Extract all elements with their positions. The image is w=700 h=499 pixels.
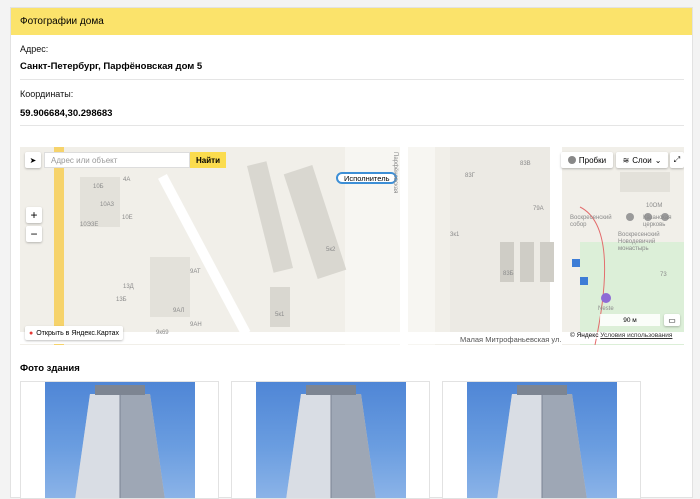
- zoom-in-button[interactable]: +: [26, 207, 42, 223]
- map-label: 83В: [520, 161, 531, 167]
- photos-title: Фото здания: [20, 363, 80, 374]
- card-header: Фотографии дома: [11, 8, 692, 35]
- map-label: 73: [660, 272, 667, 278]
- layers-label: Слои: [632, 155, 652, 165]
- minus-icon: −: [30, 227, 38, 241]
- map-label: 10Б: [93, 184, 104, 190]
- building-photo[interactable]: [231, 381, 430, 499]
- card-title: Фотографии дома: [20, 16, 104, 27]
- map-label: 5к1: [275, 312, 285, 318]
- building-image: [256, 382, 406, 498]
- map-label: Воскресенский Новодевичий монастырь: [618, 232, 660, 252]
- map-find-button[interactable]: Найти: [190, 152, 226, 168]
- divider: [20, 79, 684, 80]
- address-value: Санкт-Петербург, Парфёновская дом 5: [20, 61, 203, 72]
- map-label: 13Д: [123, 284, 134, 290]
- map-scale: 90 м: [600, 314, 660, 326]
- terms-link[interactable]: Условия использования: [600, 332, 672, 339]
- map-label: 10Э3Е: [80, 222, 99, 228]
- chevron-down-icon: ⌄: [654, 155, 662, 165]
- map-label: 83Б: [503, 271, 514, 277]
- map-label: 9АТ: [190, 269, 201, 275]
- map-label: Воскресенский собор: [570, 215, 612, 228]
- plus-icon: +: [30, 208, 38, 222]
- map-copyright: © Яндекс Условия использования: [568, 332, 675, 339]
- location-arrow-icon: ➤: [29, 155, 37, 165]
- map-pin-icon: ●: [29, 329, 34, 337]
- scale-label: 90 м: [623, 316, 637, 324]
- building-photo[interactable]: [20, 381, 219, 499]
- placemark-label: Исполнитель: [344, 173, 390, 183]
- map-label: 5к2: [326, 247, 336, 253]
- map-label: 3к1: [450, 232, 460, 238]
- map-label: Казанская церковь: [643, 215, 672, 228]
- map-label: Neste: [598, 306, 614, 312]
- geolocation-button[interactable]: ➤: [25, 152, 41, 168]
- layers-icon: ≋: [622, 155, 630, 165]
- yandex-map[interactable]: ➤ Адрес или объект Найти Пробки ≋ Слои ⌄…: [20, 147, 684, 345]
- zoom-out-button[interactable]: −: [26, 226, 42, 242]
- map-label: 9к69: [156, 330, 169, 336]
- ruler-icon: ▭: [668, 315, 676, 325]
- map-label: 9АЛ: [173, 308, 185, 314]
- traffic-light-icon: [567, 156, 576, 164]
- building-image: [45, 382, 195, 498]
- traffic-button[interactable]: Пробки: [561, 152, 613, 168]
- open-in-yandex-maps-link[interactable]: ● Открыть в Яндекс.Картах: [25, 326, 123, 340]
- coords-value: 59.906684,30.298683: [20, 108, 113, 119]
- map-placemark[interactable]: Исполнитель: [336, 172, 398, 184]
- divider: [20, 125, 684, 126]
- map-label: 10Е: [122, 215, 133, 221]
- traffic-label: Пробки: [578, 155, 607, 165]
- street-label: Малая Митрофаньевская ул.: [460, 335, 562, 344]
- coords-label: Координаты:: [20, 89, 74, 99]
- address-label: Адрес:: [20, 44, 49, 54]
- house-photos-card: Фотографии дома Адрес: Санкт-Петербург, …: [10, 7, 693, 499]
- building-image: [467, 382, 617, 498]
- open-in-maps-label: Открыть в Яндекс.Картах: [36, 329, 120, 337]
- map-label: 4А: [123, 177, 131, 183]
- map-search-input[interactable]: Адрес или объект: [44, 152, 190, 168]
- layers-button[interactable]: ≋ Слои ⌄: [616, 152, 668, 168]
- map-label: 10А3: [100, 202, 115, 208]
- building-photo[interactable]: [442, 381, 641, 499]
- map-label: 79А: [533, 206, 544, 212]
- copyright-label: © Яндекс: [570, 332, 599, 339]
- map-label: 83Г: [465, 173, 475, 179]
- map-label: 9АН: [190, 322, 202, 328]
- map-label: 13Б: [116, 297, 127, 303]
- fullscreen-button[interactable]: ⤢: [670, 152, 684, 168]
- map-label: 10ОМ: [646, 203, 663, 209]
- ruler-button[interactable]: ▭: [664, 314, 680, 326]
- expand-icon: ⤢: [673, 155, 681, 164]
- map-label: Парфёновская: [392, 152, 398, 194]
